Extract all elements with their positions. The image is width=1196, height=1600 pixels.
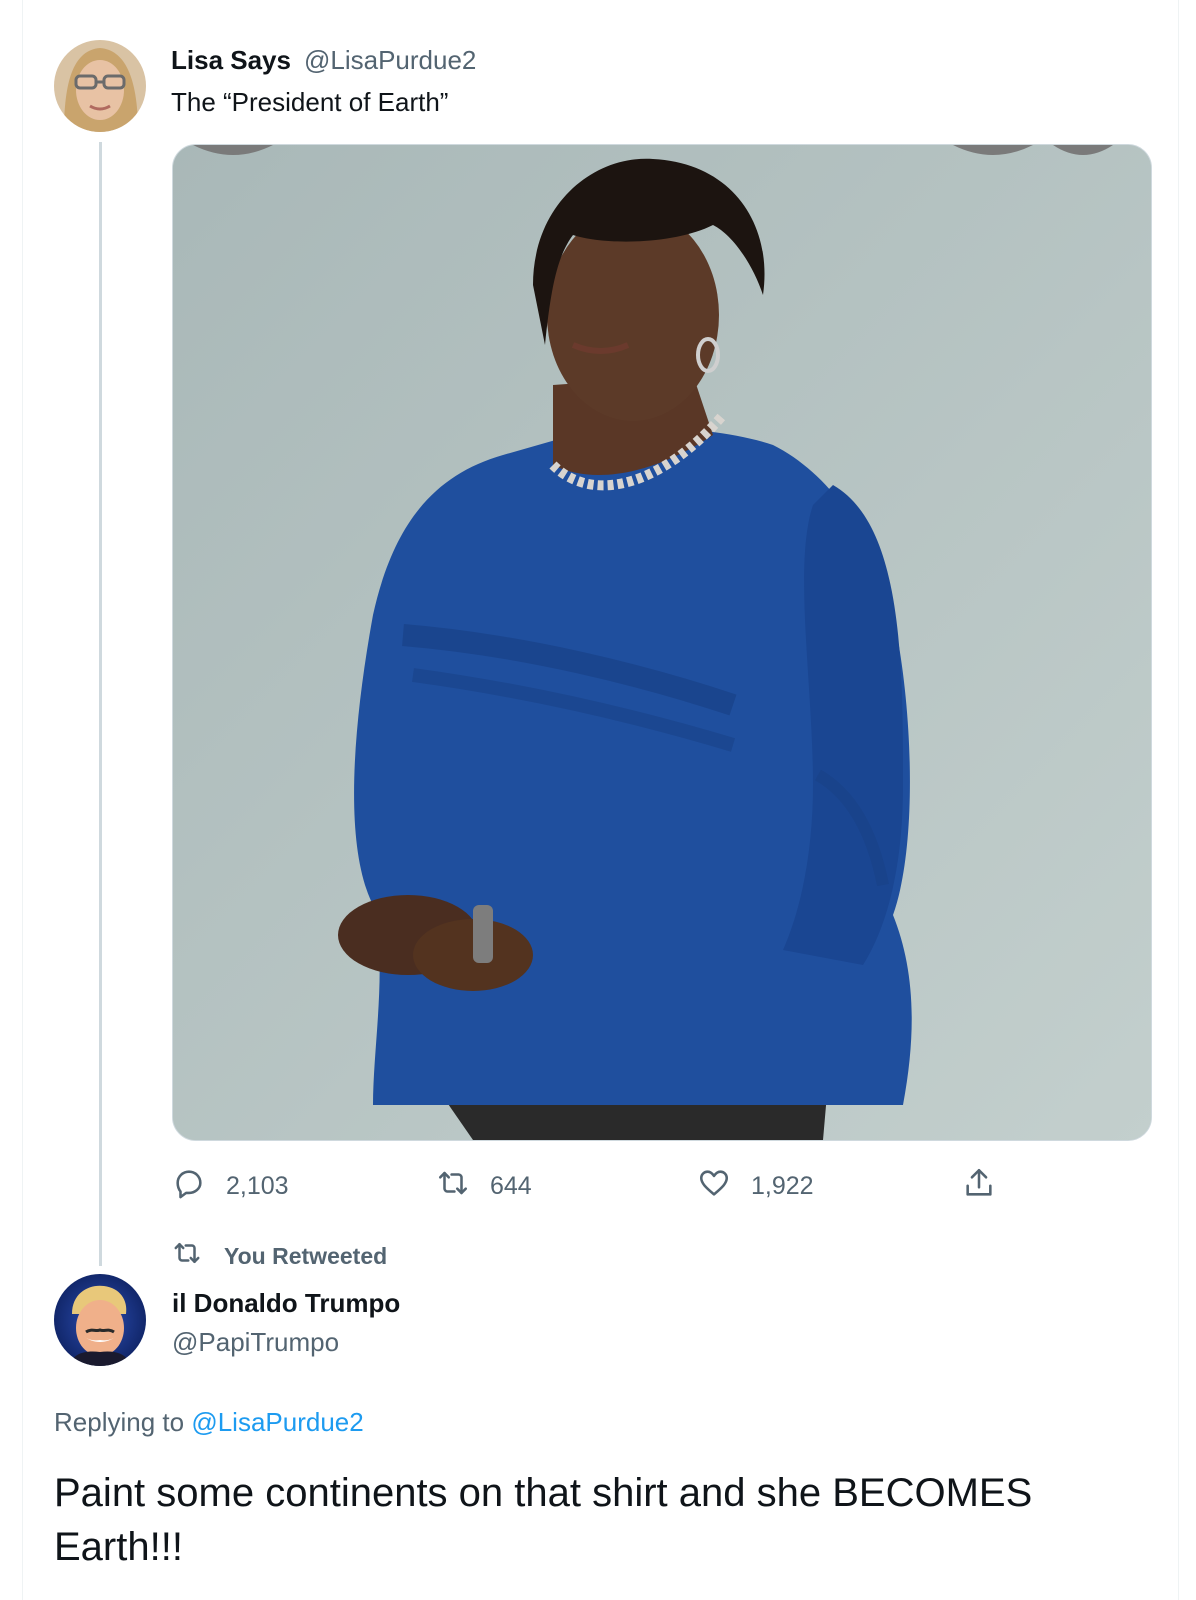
heart-icon <box>697 1166 751 1207</box>
author-handle[interactable]: @LisaPurdue2 <box>304 45 476 76</box>
avatar[interactable] <box>54 1274 146 1366</box>
retweet-button[interactable]: 644 <box>436 1166 532 1206</box>
retweet-count: 644 <box>490 1171 532 1200</box>
mention-link[interactable]: @LisaPurdue2 <box>191 1407 363 1437</box>
reply-icon <box>172 1166 226 1207</box>
thread-line <box>99 142 102 1266</box>
author-name[interactable]: Lisa Says <box>171 45 291 76</box>
tweet-text: The “President of Earth” <box>171 87 449 117</box>
like-button[interactable]: 1,922 <box>697 1166 814 1206</box>
reply-count: 2,103 <box>226 1171 289 1200</box>
author-handle[interactable]: @PapiTrumpo <box>172 1327 339 1358</box>
tweet-text: Paint some continents on that shirt and … <box>54 1471 1033 1569</box>
reply-button[interactable]: 2,103 <box>172 1166 289 1206</box>
tweet-photo[interactable] <box>172 144 1152 1141</box>
frame-border-right <box>1178 0 1179 1600</box>
replying-to: Replying to @LisaPurdue2 <box>54 1407 364 1438</box>
retweet-icon <box>436 1166 490 1207</box>
share-icon <box>962 1166 1016 1207</box>
retweet-context-label: You Retweeted <box>224 1242 388 1269</box>
like-count: 1,922 <box>751 1171 814 1200</box>
avatar[interactable] <box>54 40 146 132</box>
share-button[interactable] <box>962 1166 1016 1206</box>
author-name[interactable]: il Donaldo Trumpo <box>172 1288 400 1319</box>
retweet-context: You Retweeted <box>172 1238 387 1274</box>
replying-prefix: Replying to <box>54 1407 185 1437</box>
frame-border-left <box>22 0 23 1600</box>
retweet-icon <box>172 1238 224 1274</box>
